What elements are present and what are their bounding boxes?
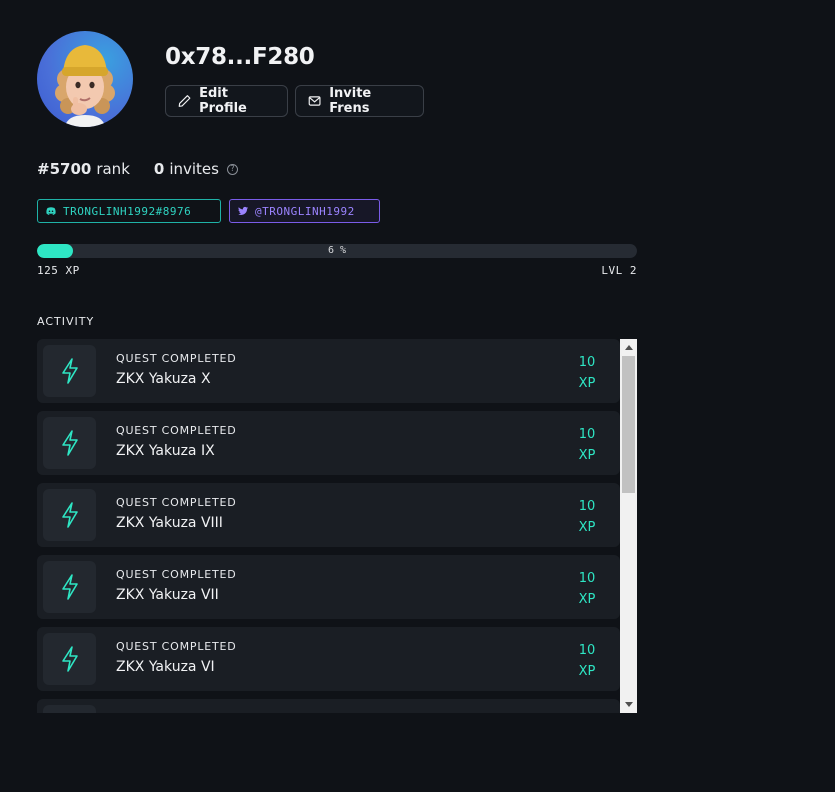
xp-progress-label: 6 % <box>327 245 347 256</box>
activity-item: QUEST COMPLETED ZKX Yakuza VI 10 XP <box>37 627 620 691</box>
activity-kind: QUEST COMPLETED <box>116 640 237 653</box>
activity-name: ZKX Yakuza IX <box>116 443 215 459</box>
profile-stats: #5700 rank 0 invites ? <box>37 160 238 178</box>
activity-kind: QUEST COMPLETED <box>116 352 237 365</box>
activity-item: QUEST COMPLETED ZKX Yakuza IX 10 XP <box>37 411 620 475</box>
quest-icon-box <box>43 345 96 397</box>
activity-kind: QUEST COMPLETED <box>116 568 237 581</box>
twitter-handle: @TRONGLINH1992 <box>255 204 355 218</box>
scroll-thumb[interactable] <box>622 356 635 493</box>
activity-name: ZKX Yakuza X <box>116 371 211 387</box>
avatar-image <box>55 45 115 127</box>
discord-handle: TRONGLINH1992#8976 <box>63 204 192 218</box>
rank-value: #5700 <box>37 160 92 178</box>
edit-profile-label: Edit Profile <box>199 86 247 116</box>
edit-profile-button[interactable]: Edit Profile <box>165 85 288 117</box>
rank-label: rank <box>96 160 130 178</box>
wallet-address: 0x78...F280 <box>165 44 315 70</box>
quest-icon-box <box>43 633 96 685</box>
activity-xp: 10 XP <box>578 643 596 679</box>
activity-xp: 10 XP <box>578 427 596 463</box>
invites-label: invites <box>169 160 219 178</box>
activity-xp: 10 XP <box>578 571 596 607</box>
activity-name: ZKX Yakuza VI <box>116 659 215 675</box>
avatar <box>37 31 133 127</box>
level-label: LVL 2 <box>601 264 637 277</box>
xp-progress-bar: 6 % <box>37 244 637 258</box>
activity-item: QUEST COMPLETED ZKX Yakuza X 10 XP <box>37 339 620 403</box>
xp-total: 125 XP <box>37 264 80 277</box>
scroll-up-arrow-icon[interactable] <box>620 339 637 356</box>
activity-xp: 10 XP <box>578 355 596 391</box>
quest-icon-box <box>43 489 96 541</box>
activity-name: ZKX Yakuza VII <box>116 587 219 603</box>
activity-item: QUEST COMPLETED ZKX Yakuza VIII 10 XP <box>37 483 620 547</box>
discord-tag[interactable]: TRONGLINH1992#8976 <box>37 199 221 223</box>
twitter-tag[interactable]: @TRONGLINH1992 <box>229 199 380 223</box>
mail-icon <box>308 96 321 106</box>
activity-scrollbar[interactable] <box>620 339 637 713</box>
activity-heading: ACTIVITY <box>37 315 95 328</box>
quest-icon-box <box>43 705 96 713</box>
quest-icon-box <box>43 417 96 469</box>
activity-kind: QUEST COMPLETED <box>116 424 237 437</box>
xp-row: 125 XP LVL 2 <box>37 264 637 277</box>
activity-item-partial <box>37 699 620 713</box>
lightning-bolt-icon <box>61 358 78 384</box>
activity-xp: 10 XP <box>578 499 596 535</box>
twitter-icon <box>238 206 249 216</box>
lightning-bolt-icon <box>61 646 78 672</box>
quest-icon-box <box>43 561 96 613</box>
activity-kind: QUEST COMPLETED <box>116 496 237 509</box>
invites-value: 0 <box>153 160 165 178</box>
help-icon[interactable]: ? <box>226 163 238 175</box>
discord-icon <box>46 207 56 215</box>
activity-item: QUEST COMPLETED ZKX Yakuza VII 10 XP <box>37 555 620 619</box>
invite-frens-label: Invite Frens <box>329 86 372 116</box>
lightning-bolt-icon <box>61 574 78 600</box>
lightning-bolt-icon <box>61 502 78 528</box>
lightning-bolt-icon <box>61 430 78 456</box>
activity-list[interactable]: QUEST COMPLETED ZKX Yakuza X 10 XP QUEST … <box>37 339 620 713</box>
activity-name: ZKX Yakuza VIII <box>116 515 223 531</box>
pencil-icon <box>178 95 191 107</box>
invite-frens-button[interactable]: Invite Frens <box>295 85 424 117</box>
scroll-down-arrow-icon[interactable] <box>620 696 637 713</box>
